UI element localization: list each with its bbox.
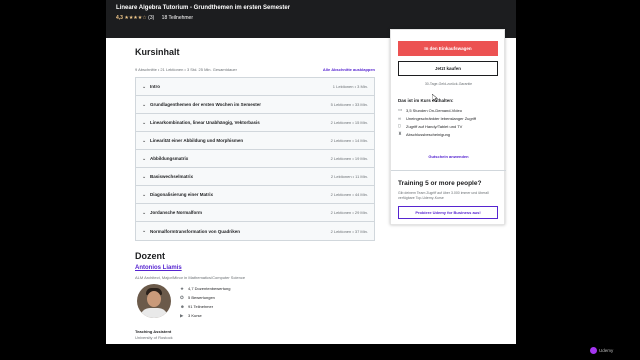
chevron-down-icon: ⌄ [142, 101, 147, 108]
certificate-icon: ♜ [398, 131, 403, 136]
section-title: Abbildungsmatrix [150, 156, 189, 161]
instructor-stat: ☻ 91 Teilnehmer [180, 302, 230, 311]
mobile-icon: ▯ [398, 123, 401, 128]
curriculum-section[interactable]: ⌄ Grundlagenthemen der ersten Wochen im S… [136, 96, 374, 114]
star-icon: ★ [180, 285, 185, 291]
section-title: Normalformtransformation von Quadriken [150, 228, 241, 234]
course-content-section: Kursinhalt [135, 46, 375, 58]
curriculum-section[interactable]: ⌄ Basiswechselmatrix 2 Lektionen • 11 Min. [136, 168, 374, 186]
chevron-down-icon: ⌄ [142, 137, 147, 144]
udemy-logo-icon [590, 347, 597, 354]
play-icon: ▶ [180, 312, 184, 318]
add-to-cart-button[interactable]: In den Einkaufswagen [398, 41, 498, 56]
instructor-stat-text: 5 Bewertungen [188, 295, 215, 300]
rating-stars-icon: ★★★★☆ [124, 15, 147, 21]
instructor-subtitle: ALM Architect, Major/Minor in Mathematic… [135, 275, 246, 280]
includes-item-text: Abschlussbescheinigung [406, 131, 451, 137]
chevron-down-icon: ⌄ [142, 83, 147, 90]
section-info: 2 Lektionen • 19 Min. [330, 156, 368, 161]
section-info: 2 Lektionen • 37 Min. [330, 228, 368, 234]
instructor-stat: ✪ 5 Bewertungen [180, 293, 230, 302]
section-info: 2 Lektionen • 44 Min. [330, 192, 368, 197]
training-heading: Training 5 or more people? [398, 180, 482, 187]
video-letterbox-bottom [0, 344, 640, 360]
instructor-stats: ★ 4,7 Dozentenbewertung ✪ 5 Bewertungen ☻ 91 … [180, 284, 230, 320]
rating-value: 4,3 [116, 15, 123, 21]
instructor-stat: ▶ 3 Kurse [180, 311, 230, 320]
includes-item: ♜ Abschlussbescheinigung [398, 130, 476, 138]
chevron-down-icon: ⌄ [142, 191, 147, 198]
purchase-sidebar-card: In den Einkaufswagen Jetzt kaufen 30-Tag… [390, 29, 506, 225]
includes-item-text: 3,5 Stunden On-Demand-Video [406, 107, 462, 113]
curriculum-section[interactable]: ⌄ Linearität einer Abbildung und Morphism… [136, 132, 374, 150]
curriculum-section[interactable]: ⌄ Diagonalisierung einer Matrix 2 Lektione… [136, 186, 374, 204]
students-count: 18 Teilnehmer [161, 15, 193, 21]
instructor-heading: Dozent [135, 251, 165, 261]
section-title: Basiswechselmatrix [150, 174, 194, 179]
infinity-icon: ∞ [398, 115, 402, 121]
includes-list: ▭ 3,5 Stunden On-Demand-Video ∞ Uneingeschr… [398, 106, 476, 138]
course-content-summary: 9 Abschnitte • 21 Lektionen • 3 Std. 25 … [135, 67, 237, 72]
course-rating-row: 4,3 ★★★★☆ (3) 18 Teilnehmer [116, 14, 506, 22]
avatar-face [147, 291, 161, 307]
section-info: 2 Lektionen • 14 Min. [330, 138, 368, 143]
card-divider [391, 170, 506, 171]
instructor-stat-text: 3 Kurse [188, 313, 202, 318]
assistant-label: Teaching Assistent [135, 329, 172, 334]
udemy-watermark: Udemy [590, 347, 613, 354]
money-back-guarantee: 30-Tage-Geld-zurück-Garantie [424, 82, 473, 86]
course-title: Lineare Algebra Tutorium - Grundthemen i… [116, 5, 291, 11]
chevron-down-icon: ⌄ [142, 119, 147, 126]
section-info: 5 Lektionen • 33 Min. [330, 102, 368, 107]
section-title: Diagonalisierung einer Matrix [150, 192, 214, 197]
training-description: Gib deinem Team Zugriff auf über 3.000 i… [398, 191, 489, 200]
buy-now-button[interactable]: Jetzt kaufen [398, 61, 498, 76]
instructor-stat-text: 91 Teilnehmer [188, 304, 214, 309]
users-icon: ☻ [180, 304, 185, 309]
includes-item: ∞ Uneingeschränkter lebenslanger Zugriff [398, 114, 476, 122]
chevron-down-icon: ⌄ [142, 173, 147, 180]
section-info: 2 Lektionen • 29 Min. [330, 210, 368, 215]
course-content-summary-row: 9 Abschnitte • 21 Lektionen • 3 Std. 25 … [135, 67, 375, 72]
section-title: Grundlagenthemen der ersten Wochen im Se… [150, 102, 261, 107]
includes-item: ▭ 3,5 Stunden On-Demand-Video [398, 106, 476, 114]
video-icon: ▭ [398, 107, 403, 112]
section-title: Intro [150, 84, 160, 89]
section-title: Linearität einer Abbildung und Morphisme… [150, 138, 244, 143]
curriculum-section[interactable]: ⌄ Normalformtransformation von Quadriken 2… [136, 222, 374, 240]
chevron-down-icon: ⌄ [142, 228, 147, 234]
rating-count[interactable]: (3) [148, 15, 154, 21]
section-title: Jordansche Normalform [150, 210, 203, 215]
apply-coupon-link[interactable]: Gutschein anwenden [391, 154, 506, 159]
chevron-down-icon: ⌄ [142, 155, 147, 162]
section-info: 2 Lektionen • 11 Min. [330, 174, 368, 179]
watermark-text: Udemy [599, 348, 614, 353]
avatar-shirt [140, 308, 168, 318]
award-icon: ✪ [180, 294, 184, 300]
curriculum-section[interactable]: ⌄ Jordansche Normalform 2 Lektionen • 29 M… [136, 204, 374, 222]
curriculum-section[interactable]: ⌄ Intro 1 Lektionen • 3 Min. [136, 78, 374, 96]
curriculum-accordion: ⌄ Intro 1 Lektionen • 3 Min. ⌄ Grundlagenthe… [135, 77, 375, 241]
includes-item: ▯ Zugriff auf Handy/Tablet und TV [398, 122, 476, 130]
curriculum-section[interactable]: ⌄ Linearkombination, linear Unabhängig, V… [136, 114, 374, 132]
instructor-avatar[interactable] [137, 284, 171, 318]
mouse-cursor-icon [432, 94, 438, 102]
includes-item-text: Zugriff auf Handy/Tablet und TV [406, 123, 463, 129]
course-content-heading: Kursinhalt [135, 47, 180, 57]
includes-item-text: Uneingeschränkter lebenslanger Zugriff [406, 115, 476, 121]
curriculum-section[interactable]: ⌄ Abbildungsmatrix 2 Lektionen • 19 Min. [136, 150, 374, 168]
section-info: 2 Lektionen • 15 Min. [330, 120, 368, 125]
chevron-down-icon: ⌄ [142, 209, 147, 216]
expand-all-sections-link[interactable]: Alle Abschnitte ausklappen [323, 67, 375, 72]
section-info: 1 Lektionen • 3 Min. [332, 84, 368, 89]
instructor-name-link[interactable]: Antonios Liamis [135, 265, 182, 271]
section-title: Linearkombination, linear Unabhängig, Ve… [150, 120, 260, 125]
browser-viewport: Lineare Algebra Tutorium - Grundthemen i… [106, 0, 516, 344]
includes-heading: Das ist im Kurs enthalten: [398, 98, 454, 103]
instructor-stat: ★ 4,7 Dozentenbewertung [180, 284, 230, 293]
instructor-stat-text: 4,7 Dozentenbewertung [188, 286, 231, 291]
udemy-business-button[interactable]: Probiere Udemy for Business aus! [398, 206, 498, 219]
assistant-subtitle: University of Rostock [135, 335, 173, 340]
